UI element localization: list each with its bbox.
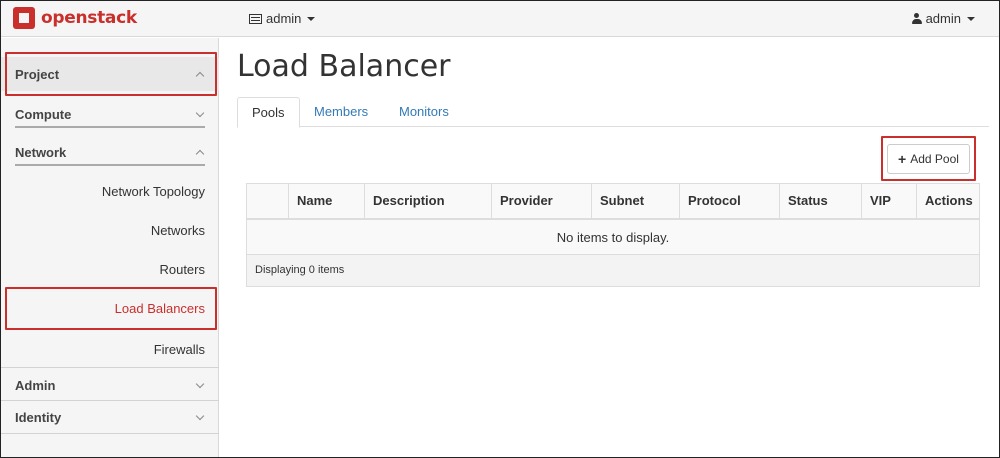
table-footer-count: Displaying 0 items	[247, 255, 979, 286]
sidebar-section-label: Admin	[15, 377, 56, 393]
project-icon	[249, 13, 262, 24]
sidebar-section-admin[interactable]: Admin	[1, 368, 219, 402]
chevron-down-icon	[195, 379, 205, 388]
table-header: Name Description Provider Subnet Protoco…	[247, 184, 979, 220]
caret-down-icon	[967, 16, 975, 21]
column-header-actions: Actions	[916, 184, 980, 218]
sidebar-section-label: Network	[15, 144, 67, 160]
brand-logo[interactable]: openstack	[13, 7, 137, 29]
sidebar: Project Compute Network Network Topology…	[1, 38, 219, 457]
sidebar-item-networks[interactable]: Networks	[1, 213, 219, 247]
column-header-select[interactable]	[247, 184, 288, 218]
project-switcher-label: admin	[266, 11, 302, 26]
brand-name: openstack	[41, 8, 137, 28]
column-header-protocol[interactable]: Protocol	[679, 184, 779, 218]
page-title: Load Balancer	[237, 49, 451, 84]
highlight-box-project	[5, 52, 217, 96]
sidebar-item-label: Routers	[159, 261, 205, 277]
add-pool-button[interactable]: + Add Pool	[887, 144, 970, 174]
top-navbar: openstack admin admin	[1, 1, 999, 37]
column-header-name[interactable]: Name	[288, 184, 364, 218]
column-header-subnet[interactable]: Subnet	[591, 184, 679, 218]
plus-icon: +	[898, 151, 907, 167]
chevron-up-icon	[195, 149, 205, 159]
sidebar-section-label: Compute	[15, 106, 72, 122]
user-icon	[911, 13, 922, 24]
tab-pools[interactable]: Pools	[237, 97, 300, 128]
chevron-down-icon	[195, 108, 205, 117]
column-header-status[interactable]: Status	[779, 184, 861, 218]
openstack-logo-icon	[13, 7, 35, 29]
divider	[15, 126, 205, 128]
sidebar-item-label: Network Topology	[101, 183, 205, 199]
sidebar-section-identity[interactable]: Identity	[1, 400, 219, 434]
tab-bar: Pools Members Monitors	[237, 97, 989, 128]
sidebar-section-label: Identity	[15, 409, 62, 425]
pools-table: Name Description Provider Subnet Protoco…	[246, 183, 980, 287]
user-menu[interactable]: admin	[911, 11, 975, 26]
sidebar-item-routers[interactable]: Routers	[1, 252, 219, 286]
sidebar-item-network-topology[interactable]: Network Topology	[1, 174, 219, 208]
sidebar-item-label: Firewalls	[153, 341, 205, 357]
column-header-provider[interactable]: Provider	[491, 184, 591, 218]
add-pool-label: Add Pool	[910, 152, 959, 166]
tab-members[interactable]: Members	[300, 97, 382, 127]
column-header-vip[interactable]: VIP	[861, 184, 916, 218]
highlight-box-load-balancers	[5, 287, 217, 330]
chevron-down-icon	[195, 411, 205, 420]
app-window: openstack admin admin Project Compute Ne…	[0, 0, 1000, 458]
empty-table-message: No items to display.	[247, 220, 979, 255]
caret-down-icon	[307, 16, 316, 21]
sidebar-item-label: Networks	[150, 222, 205, 238]
user-menu-label: admin	[925, 11, 961, 26]
project-switcher[interactable]: admin	[249, 11, 316, 26]
divider	[15, 164, 205, 166]
column-header-description[interactable]: Description	[364, 184, 491, 218]
divider	[1, 433, 219, 434]
sidebar-item-firewalls[interactable]: Firewalls	[1, 332, 219, 366]
tab-monitors[interactable]: Monitors	[385, 97, 463, 127]
